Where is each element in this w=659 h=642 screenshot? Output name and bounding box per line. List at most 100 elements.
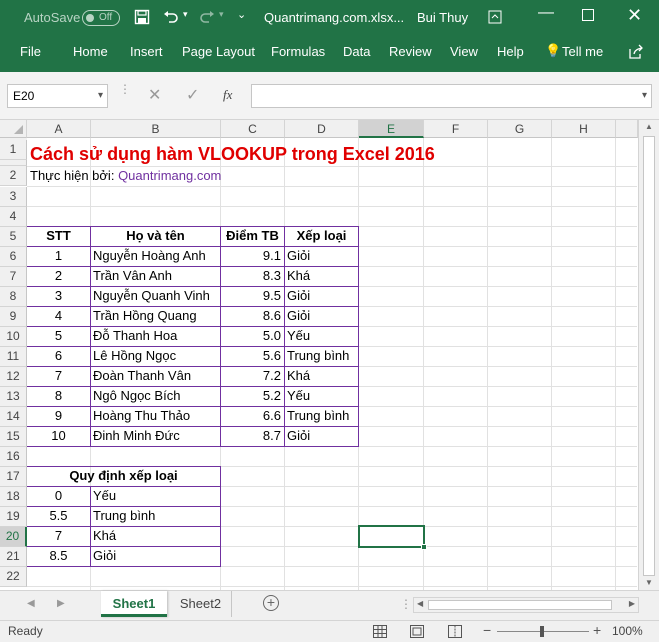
scroll-left-icon[interactable]: ◀ — [417, 599, 423, 608]
row-header-10[interactable]: 10 — [0, 327, 27, 347]
tab-insert[interactable]: Insert — [130, 44, 163, 59]
autosave-state: Off — [99, 12, 113, 23]
row-header-5[interactable]: 5 — [0, 227, 27, 247]
tab-review[interactable]: Review — [389, 44, 432, 59]
chevron-down-icon[interactable]: ▾ — [98, 85, 103, 107]
row-header-18[interactable]: 18 — [0, 487, 27, 507]
cell-stt: 7 — [54, 368, 63, 383]
row-header-21[interactable]: 21 — [0, 547, 27, 567]
cell-score: 8.3 — [262, 268, 281, 283]
row-header-20[interactable]: 20 — [0, 527, 27, 547]
row-header-3[interactable]: 3 — [0, 187, 27, 207]
byline-label: Thực hiện bởi: — [30, 168, 115, 183]
save-icon[interactable] — [134, 9, 150, 25]
select-all-button[interactable] — [0, 120, 27, 138]
sheet-tab-label: Sheet1 — [112, 596, 156, 611]
zoom-slider-thumb[interactable] — [540, 626, 544, 637]
row-header-1[interactable]: 1 — [0, 140, 27, 160]
row-header-9[interactable]: 9 — [0, 307, 27, 327]
minimize-icon[interactable]: — — [538, 4, 554, 22]
share-icon[interactable] — [628, 44, 644, 60]
column-header-f[interactable]: F — [424, 120, 488, 138]
header-name: Họ và tên — [126, 228, 185, 243]
cell-score: 9.5 — [262, 288, 281, 303]
cell-rank: Giỏi — [287, 428, 311, 443]
autosave-toggle[interactable]: Off — [82, 10, 120, 26]
column-header-a[interactable]: A — [27, 120, 91, 138]
tab-view[interactable]: View — [450, 44, 478, 59]
scroll-tabs-right-icon[interactable]: ▶ — [57, 598, 65, 609]
row-header-13[interactable]: 13 — [0, 387, 27, 407]
column-header-g[interactable]: G — [488, 120, 552, 138]
scroll-up-icon[interactable]: ▲ — [645, 122, 653, 131]
row-header-19[interactable]: 19 — [0, 507, 27, 527]
zoom-in-icon[interactable]: + — [593, 622, 601, 638]
row-header-2[interactable]: 2 — [0, 166, 27, 186]
tab-formulas[interactable]: Formulas — [271, 44, 325, 59]
row-header-12[interactable]: 12 — [0, 367, 27, 387]
autosave-toggle-knob — [86, 14, 94, 22]
row-header-15[interactable]: 15 — [0, 427, 27, 447]
zoom-slider[interactable] — [497, 626, 589, 637]
name-box[interactable]: E20 ▾ — [7, 84, 108, 108]
row-header-7[interactable]: 7 — [0, 267, 27, 287]
add-sheet-icon[interactable]: + — [263, 595, 279, 611]
customize-toolbar-icon[interactable]: ⌄ — [237, 8, 246, 21]
redo-icon[interactable] — [199, 9, 215, 25]
horizontal-scrollbar-thumb[interactable] — [428, 600, 612, 610]
tab-page-layout[interactable]: Page Layout — [182, 44, 255, 59]
insert-function-button[interactable]: fx — [223, 87, 232, 103]
scroll-down-icon[interactable]: ▼ — [645, 578, 653, 587]
normal-view-icon[interactable] — [373, 625, 387, 638]
formula-bar-area: E20 ▾ ⋮ ✕ ✓ fx ▾ — [0, 72, 659, 120]
expand-formula-bar-icon[interactable]: ▾ — [642, 85, 647, 107]
enter-formula-icon[interactable]: ✓ — [186, 85, 199, 105]
cell-score: 5.6 — [262, 348, 281, 363]
row-header-17[interactable]: 17 — [0, 467, 27, 487]
redo-dropdown-icon[interactable]: ▾ — [219, 9, 224, 20]
tell-me-search[interactable]: Tell me — [562, 44, 603, 59]
tab-help[interactable]: Help — [497, 44, 524, 59]
byline-link[interactable]: Quantrimang.com — [118, 168, 221, 183]
undo-icon[interactable] — [163, 9, 179, 25]
ribbon-display-options-icon[interactable] — [488, 10, 502, 24]
worksheet-grid[interactable]: A B C D E F G H 1 2 3 4 5 6 7 8 9 10 11 … — [0, 120, 659, 590]
row-header-14[interactable]: 14 — [0, 407, 27, 427]
fill-handle[interactable] — [421, 544, 427, 550]
close-icon[interactable]: ✕ — [627, 5, 642, 26]
column-header-c[interactable]: C — [221, 120, 285, 138]
zoom-level[interactable]: 100% — [612, 624, 643, 638]
cancel-formula-icon[interactable]: ✕ — [148, 85, 161, 105]
row-header-22[interactable]: 22 — [0, 567, 27, 587]
row-header-11[interactable]: 11 — [0, 347, 27, 367]
column-header-e[interactable]: E — [359, 120, 424, 138]
byline: Thực hiện bởi: Quantrimang.com — [30, 166, 221, 186]
formula-input[interactable]: ▾ — [251, 84, 652, 108]
page-break-view-icon[interactable] — [448, 625, 462, 638]
maximize-icon[interactable] — [582, 9, 594, 21]
horizontal-scrollbar[interactable]: ◀ ▶ — [413, 597, 639, 613]
column-header-b[interactable]: B — [91, 120, 221, 138]
row-header-6[interactable]: 6 — [0, 247, 27, 267]
row-header-16[interactable]: 16 — [0, 447, 27, 467]
vertical-scrollbar[interactable]: ▲ ▼ — [638, 120, 659, 590]
tab-home[interactable]: Home — [73, 44, 108, 59]
row-header-4[interactable]: 4 — [0, 207, 27, 227]
column-header-h[interactable]: H — [552, 120, 616, 138]
row-header-8[interactable]: 8 — [0, 287, 27, 307]
sheet-tab-sheet1[interactable]: Sheet1 — [101, 591, 167, 617]
zoom-out-icon[interactable]: − — [483, 622, 491, 638]
page-layout-view-icon[interactable] — [410, 625, 424, 638]
undo-dropdown-icon[interactable]: ▾ — [183, 9, 188, 20]
selected-cell[interactable] — [358, 525, 425, 548]
cell-stt: 1 — [54, 248, 63, 263]
tab-file[interactable]: File — [20, 44, 41, 59]
scroll-tabs-left-icon[interactable]: ◀ — [27, 598, 35, 609]
cell-rank: Khá — [287, 368, 311, 383]
column-header-d[interactable]: D — [285, 120, 359, 138]
tab-split-dots-icon[interactable]: ⋮ — [400, 597, 412, 611]
tab-data[interactable]: Data — [343, 44, 370, 59]
scrollbar-thumb[interactable] — [643, 136, 655, 576]
sheet-tab-sheet2[interactable]: Sheet2 — [170, 591, 232, 617]
scroll-right-icon[interactable]: ▶ — [629, 599, 635, 608]
